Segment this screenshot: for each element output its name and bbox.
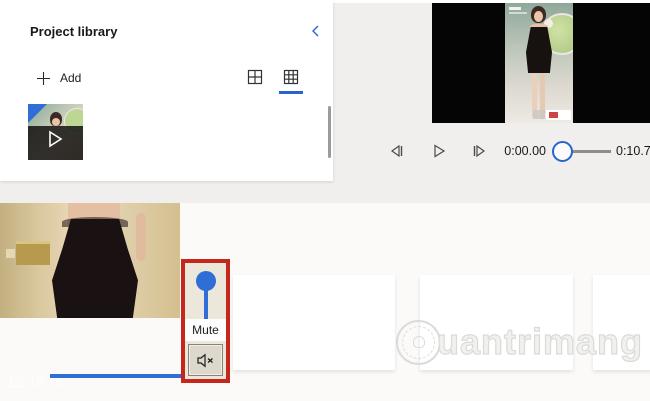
video-editor-window: Project library Add 0:00.00 0:10.7 10.71… — [0, 0, 650, 401]
panel-title: Project library — [30, 24, 118, 39]
view-grid-small-button[interactable] — [247, 69, 263, 85]
chevron-left-icon — [307, 22, 325, 40]
timeline-clip[interactable]: 10.71 — [0, 203, 180, 389]
volume-slider[interactable] — [185, 263, 226, 319]
volume-popup-annotation: Mute — [181, 259, 230, 383]
selected-view-indicator — [279, 91, 303, 94]
grid-2x2-icon — [247, 69, 263, 85]
previous-frame-button[interactable] — [389, 143, 405, 159]
add-button-label: Add — [60, 71, 82, 85]
view-grid-large-button[interactable] — [283, 69, 299, 85]
editing-area: Trim Split A Text — [0, 203, 650, 401]
play-overlay-icon — [47, 130, 63, 148]
speaker-mute-icon — [196, 353, 215, 368]
play-button[interactable] — [431, 143, 447, 159]
video-frame — [505, 3, 573, 123]
mute-tooltip: Mute — [185, 319, 226, 341]
plus-icon — [36, 71, 51, 86]
collapse-panel-button[interactable] — [307, 22, 325, 40]
clip-selection-bar — [50, 374, 186, 378]
volume-slider-handle[interactable] — [196, 271, 216, 291]
video-watermark-top — [509, 7, 521, 10]
project-library-panel: Project library Add — [0, 0, 333, 181]
panel-scrollbar[interactable] — [328, 106, 331, 158]
seek-track[interactable] — [572, 150, 611, 153]
mute-button[interactable] — [188, 344, 223, 376]
grid-4x4-icon — [283, 69, 299, 85]
selected-corner-badge — [28, 104, 47, 123]
current-time: 0:00.00 — [504, 144, 546, 158]
video-preview — [432, 3, 650, 123]
timeline-empty-slot[interactable] — [420, 275, 573, 370]
timeline-empty-slot[interactable] — [593, 275, 650, 370]
timeline-empty-slot[interactable] — [233, 275, 395, 370]
seek-handle[interactable] — [552, 141, 573, 162]
video-watermark-bottom — [546, 110, 571, 120]
library-clip-thumbnail[interactable] — [28, 104, 83, 160]
volume-slider-track — [204, 289, 208, 319]
total-time: 0:10.7 — [616, 144, 650, 158]
add-button[interactable]: Add — [36, 68, 81, 88]
next-frame-button[interactable] — [471, 143, 487, 159]
